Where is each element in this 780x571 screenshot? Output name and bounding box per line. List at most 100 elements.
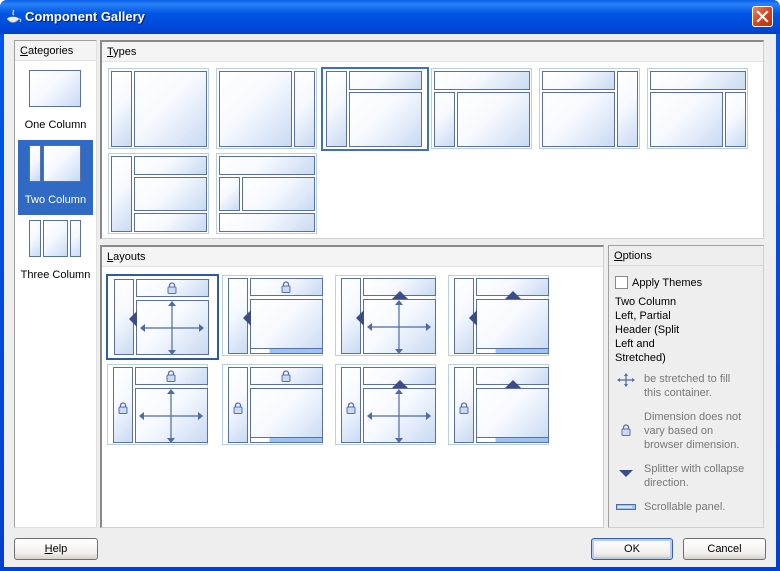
stretch-arrows-icon	[617, 373, 635, 387]
layout-splitter-left-scroll[interactable]	[222, 275, 323, 356]
scrollbar-indicator	[250, 348, 323, 354]
region-main	[242, 177, 315, 211]
splitter-arrow-icon	[469, 310, 477, 326]
region-main	[476, 388, 549, 443]
region-header	[219, 156, 315, 175]
scrollbar-indicator	[250, 437, 323, 443]
scrollbar-icon	[616, 504, 636, 510]
region-main	[542, 92, 615, 147]
splitter-arrow-icon	[356, 310, 364, 326]
stretch-arrows-icon	[139, 389, 203, 443]
type-header-main-right-sidebar-full[interactable]	[539, 68, 640, 149]
layout-splitter-left-top-stretch[interactable]	[335, 275, 436, 356]
category-three-column[interactable]: Three Column	[18, 215, 93, 290]
description-line: Two Column	[615, 296, 677, 308]
region-main	[250, 388, 323, 443]
lock-icon	[166, 370, 176, 382]
type-left-sidebar-main[interactable]	[108, 68, 209, 149]
region-footer	[134, 213, 207, 232]
type-header-left-sidebar-main[interactable]	[431, 68, 532, 149]
stretch-arrows-icon	[367, 389, 431, 443]
layout-fixed-left-splitter-top-stretch[interactable]	[335, 364, 436, 445]
scrollbar-indicator	[476, 437, 549, 443]
region-header	[134, 156, 207, 175]
two-column-thumb-main	[43, 145, 81, 182]
description-line: Header (Split	[615, 324, 680, 336]
ok-button[interactable]: OK	[591, 538, 673, 560]
region-main	[349, 92, 422, 147]
type-header-left-main-footer[interactable]	[216, 153, 317, 234]
lock-icon	[346, 402, 356, 414]
layout-description: Two Column Left, Partial Header (Split L…	[615, 295, 755, 365]
scrollbar-indicator	[476, 348, 549, 354]
region-header	[349, 71, 422, 90]
one-column-thumbnail	[29, 70, 81, 107]
three-column-thumb-right	[70, 220, 81, 257]
type-main-right-sidebar[interactable]	[216, 68, 317, 149]
lock-icon	[459, 402, 469, 414]
region-left	[434, 92, 455, 147]
legend-line: Scrollable panel.	[644, 501, 726, 513]
layout-fixed-left-scroll[interactable]	[222, 364, 323, 445]
stretch-arrows-icon	[367, 300, 431, 354]
header-text: ategories	[27, 45, 74, 57]
header-text: ptions	[622, 250, 652, 262]
mnemonic: H	[44, 543, 53, 555]
splitter-arrow-icon	[129, 311, 137, 327]
region-left	[111, 156, 132, 232]
region-footer	[219, 213, 315, 232]
legend-line: direction.	[644, 477, 689, 489]
layout-fixed-left-stretch[interactable]	[107, 364, 208, 445]
three-column-thumb-left	[29, 220, 41, 257]
category-label: Three Column	[20, 269, 91, 281]
layout-fixed-left-splitter-top-scroll[interactable]	[448, 364, 549, 445]
type-left-sidebar-header-main[interactable]	[321, 67, 429, 151]
region-main	[250, 299, 323, 354]
categories-header: Categories	[15, 41, 96, 61]
lock-icon	[281, 281, 291, 293]
layouts-header: Layouts	[102, 247, 603, 267]
checkbox-box[interactable]	[615, 276, 628, 289]
legend-line: Splitter with collapse	[644, 463, 745, 475]
legend-line: this container.	[644, 387, 712, 399]
region-main	[650, 92, 723, 147]
title-bar[interactable]: Component Gallery	[0, 0, 780, 34]
options-header: Options	[609, 246, 763, 266]
lock-icon	[233, 402, 243, 414]
type-header-main-right-sidebar[interactable]	[647, 68, 748, 149]
type-left-sidebar-header-main-footer[interactable]	[108, 153, 209, 234]
legend-line: be stretched to fill	[644, 373, 731, 385]
category-one-column[interactable]: One Column	[18, 65, 93, 140]
layout-splitter-left-stretch[interactable]	[106, 274, 219, 360]
region-left	[326, 71, 347, 147]
legend-line: browser dimension.	[644, 439, 740, 451]
header-text: ypes	[113, 46, 137, 58]
region-left	[111, 71, 132, 147]
category-label: One Column	[24, 119, 87, 131]
splitter-arrow-icon	[243, 310, 251, 326]
dialog-body: Categories One Column Two Column Three C…	[4, 34, 776, 567]
lock-icon	[281, 370, 291, 382]
category-two-column[interactable]: Two Column	[18, 140, 93, 215]
mnemonic: O	[614, 250, 623, 262]
options-panel: Options Apply Themes Two Column Left, Pa…	[608, 245, 764, 528]
region-main	[134, 71, 207, 147]
two-column-thumb-left	[29, 145, 41, 182]
layouts-panel: Layouts	[100, 245, 604, 528]
region-header	[650, 71, 746, 90]
apply-themes-checkbox[interactable]: Apply Themes	[615, 276, 702, 289]
cancel-button[interactable]: Cancel	[683, 538, 766, 560]
close-button[interactable]	[752, 6, 773, 27]
java-cup-icon	[6, 9, 22, 23]
region-header	[434, 71, 530, 90]
layout-splitter-left-top-scroll[interactable]	[448, 275, 549, 356]
region-main	[134, 177, 207, 211]
region-right	[725, 92, 746, 147]
help-button[interactable]: Help	[14, 538, 98, 560]
splitter-arrow-icon	[392, 380, 408, 388]
region-main	[476, 299, 549, 354]
types-header: Types	[102, 42, 763, 62]
splitter-arrow-icon	[619, 470, 633, 477]
region-left	[219, 177, 240, 211]
region-right	[294, 71, 315, 147]
